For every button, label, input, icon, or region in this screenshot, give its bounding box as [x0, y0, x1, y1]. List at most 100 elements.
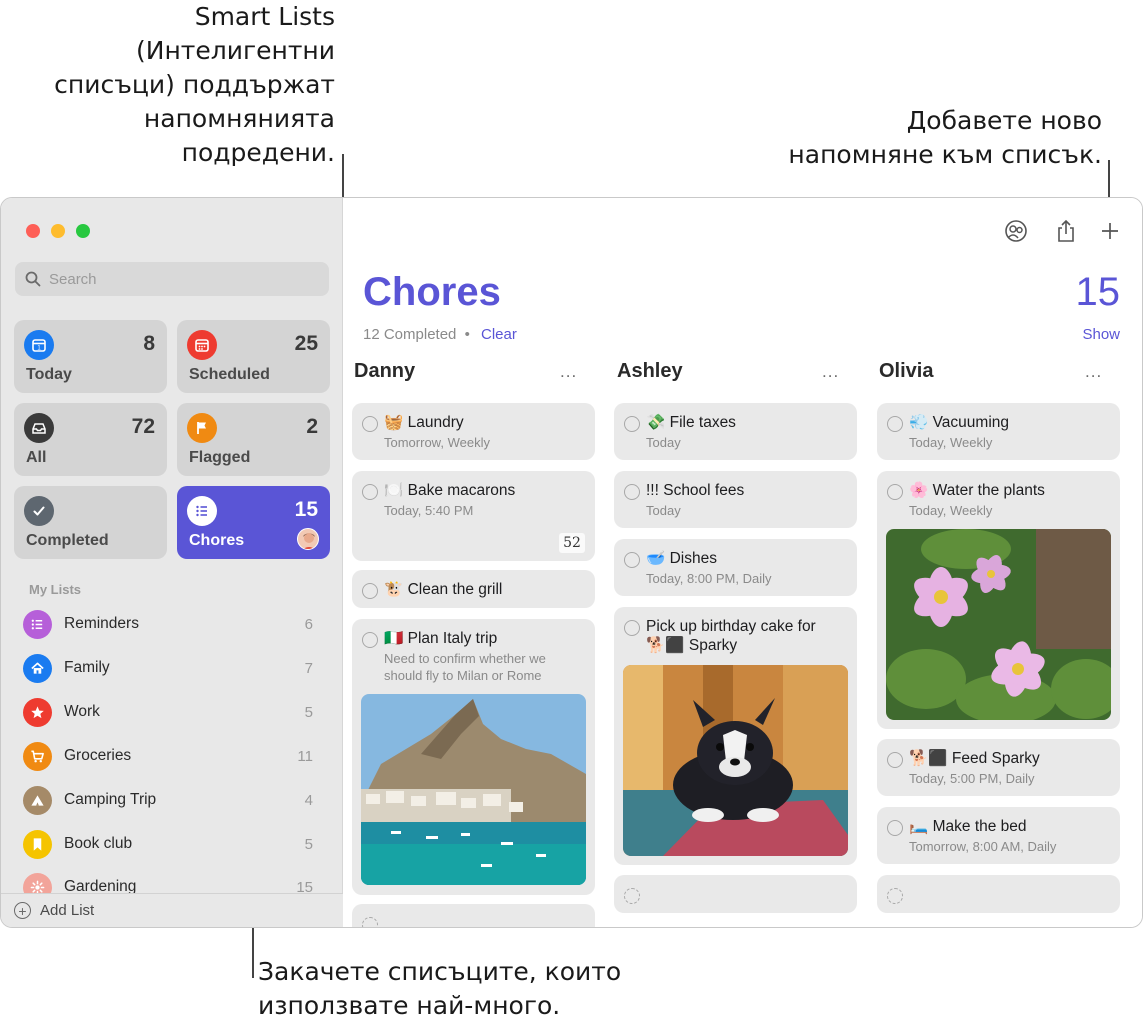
smart-list-scheduled[interactable]: 25 Scheduled	[177, 320, 330, 393]
reminder-card[interactable]: 🍽️ Bake macarons Today, 5:40 PM 52	[352, 471, 595, 561]
reminder-due: Tomorrow, 8:00 AM, Daily	[909, 839, 1057, 854]
completion-checkbox[interactable]	[624, 416, 640, 432]
smart-list-today[interactable]: 1 8 Today	[14, 320, 167, 393]
list-icon	[187, 496, 217, 526]
list-name: Reminders	[64, 615, 139, 632]
completion-checkbox[interactable]	[624, 552, 640, 568]
completion-checkbox[interactable]	[362, 583, 378, 599]
smart-list-label: All	[26, 449, 47, 466]
smart-list-label: Chores	[189, 532, 245, 549]
completion-checkbox[interactable]	[362, 632, 378, 648]
zoom-window-button[interactable]	[76, 224, 90, 238]
show-completed-button[interactable]: Show	[1082, 326, 1120, 343]
reminder-card[interactable]: 🧺 Laundry Tomorrow, Weekly	[352, 403, 595, 460]
tray-icon	[24, 413, 54, 443]
reminder-due: Today, Weekly	[909, 435, 993, 450]
list-count: 7	[304, 659, 313, 677]
list-item-book-club[interactable]: Book club 5	[23, 828, 313, 860]
share-button[interactable]	[1053, 218, 1079, 244]
list-item-work[interactable]: Work 5	[23, 696, 313, 728]
close-window-button[interactable]	[26, 224, 40, 238]
reminder-title: !!! School fees	[646, 482, 745, 499]
reminder-card[interactable]: 🐕‍⬛ Feed Sparky Today, 5:00 PM, Daily	[877, 739, 1120, 796]
new-reminder-checkbox[interactable]	[624, 888, 640, 904]
reminder-card-empty[interactable]	[877, 875, 1120, 913]
column-more-button[interactable]: ...	[822, 362, 839, 382]
new-reminder-checkbox[interactable]	[887, 888, 903, 904]
avatar	[297, 528, 319, 550]
completed-summary: 12 Completed • Clear	[363, 326, 517, 343]
calendar-grid-icon	[187, 330, 217, 360]
house-icon	[23, 653, 52, 683]
add-reminder-button[interactable]	[1097, 218, 1123, 244]
list-name: Work	[64, 703, 100, 720]
reminder-due: Tomorrow, Weekly	[384, 435, 490, 450]
completion-checkbox[interactable]	[362, 416, 378, 432]
search-icon	[25, 271, 41, 287]
photo-attachment-flowers[interactable]	[886, 529, 1111, 720]
completion-checkbox[interactable]	[887, 752, 903, 768]
photo-attachment-dog[interactable]	[623, 665, 848, 856]
reminder-card[interactable]: 🇮🇹 Plan Italy trip Need to confirm wheth…	[352, 619, 595, 895]
reminder-card-empty[interactable]	[352, 904, 595, 927]
reminder-card[interactable]: 🥣 Dishes Today, 8:00 PM, Daily	[614, 539, 857, 596]
plus-icon	[1102, 223, 1118, 239]
reminder-card[interactable]: 🛏️ Make the bed Tomorrow, 8:00 AM, Daily	[877, 807, 1120, 864]
reminder-title: 🐕‍⬛ Feed Sparky	[909, 750, 1040, 767]
reminder-card[interactable]: 💸 File taxes Today	[614, 403, 857, 460]
list-item-family[interactable]: Family 7	[23, 652, 313, 684]
list-count: 5	[304, 703, 313, 721]
checkmark-icon	[24, 496, 54, 526]
people-icon	[1005, 220, 1027, 242]
search-field[interactable]	[15, 262, 329, 296]
reminder-note: Need to confirm whether we should fly to…	[384, 651, 546, 683]
add-list-button[interactable]: + Add List	[1, 893, 343, 927]
list-item-camping-trip[interactable]: Camping Trip 4	[23, 784, 313, 816]
reminder-card[interactable]: 🌸 Water the plants Today, Weekly	[877, 471, 1120, 729]
reminders-window: 1 8 Today 25 Scheduled 72 All 2 Flagged	[0, 197, 1143, 928]
list-name: Groceries	[64, 747, 132, 764]
clear-completed-button[interactable]: Clear	[481, 326, 517, 343]
completion-checkbox[interactable]	[887, 484, 903, 500]
reminder-card[interactable]: !!! School fees Today	[614, 471, 857, 528]
list-name: Camping Trip	[64, 791, 157, 808]
reminder-title: 🛏️ Make the bed	[909, 818, 1027, 835]
completed-count: 12 Completed	[363, 326, 457, 343]
smart-list-completed[interactable]: Completed	[14, 486, 167, 559]
reminder-card-empty[interactable]	[614, 875, 857, 913]
completion-checkbox[interactable]	[624, 484, 640, 500]
flag-icon	[187, 413, 217, 443]
list-item-reminders[interactable]: Reminders 6	[23, 608, 313, 640]
list-item-groceries[interactable]: Groceries 11	[23, 740, 313, 772]
list-icon	[23, 609, 52, 639]
smart-list-flagged[interactable]: 2 Flagged	[177, 403, 330, 476]
reminder-card[interactable]: 🐮 Clean the grill	[352, 570, 595, 608]
completion-checkbox[interactable]	[624, 620, 640, 636]
reminder-due: Today, 5:00 PM, Daily	[909, 771, 1035, 786]
reminder-title: 🐮 Clean the grill	[384, 581, 503, 598]
main-content: Chores 15 12 Completed • Clear Show Dann…	[344, 198, 1142, 927]
column-header-ashley: Ashley	[617, 360, 683, 382]
list-name: Family	[64, 659, 110, 676]
new-reminder-checkbox[interactable]	[362, 917, 378, 927]
completion-checkbox[interactable]	[887, 820, 903, 836]
reminder-title: 🌸 Water the plants	[909, 482, 1045, 499]
photo-attachment-coast[interactable]	[361, 694, 586, 885]
search-input[interactable]	[49, 270, 309, 288]
sidebar: 1 8 Today 25 Scheduled 72 All 2 Flagged	[1, 198, 343, 927]
minimize-window-button[interactable]	[51, 224, 65, 238]
reminder-card[interactable]: Pick up birthday cake for 🐕‍⬛ Sparky	[614, 607, 857, 865]
completion-checkbox[interactable]	[362, 484, 378, 500]
column-more-button[interactable]: ...	[560, 362, 577, 382]
smart-list-all[interactable]: 72 All	[14, 403, 167, 476]
smart-list-label: Flagged	[189, 449, 251, 466]
column-more-button[interactable]: ...	[1085, 362, 1102, 382]
bookmark-icon	[23, 829, 52, 859]
smart-list-label: Today	[26, 366, 72, 383]
reminder-card[interactable]: 💨 Vacuuming Today, Weekly	[877, 403, 1120, 460]
share-with-people-button[interactable]	[1003, 218, 1029, 244]
completion-checkbox[interactable]	[887, 416, 903, 432]
callout-line-text: Закачете списъците, които	[258, 957, 622, 986]
smart-list-chores[interactable]: 15 Chores	[177, 486, 330, 559]
attachment-badge: 52	[559, 533, 585, 553]
